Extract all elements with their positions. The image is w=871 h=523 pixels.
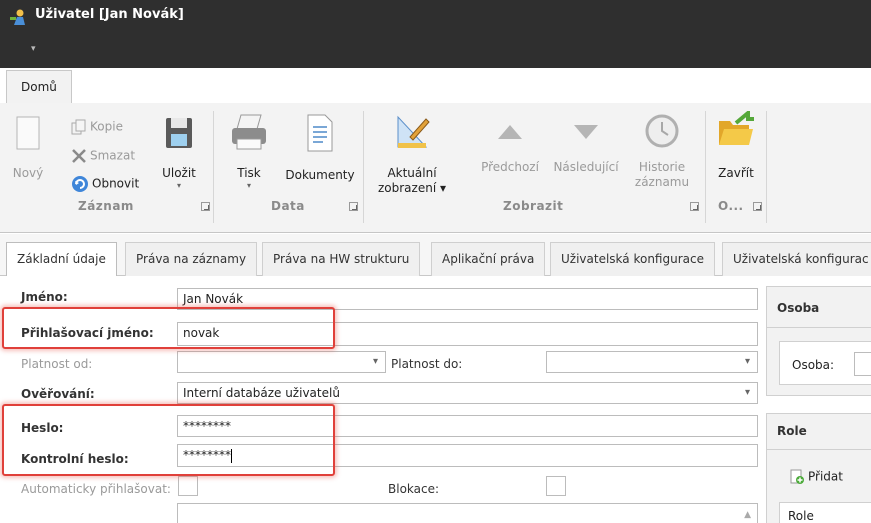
group-separator [363,111,364,223]
zobrazit-launcher[interactable] [690,202,699,211]
valid-from-field[interactable] [177,351,386,373]
panel-divider [767,449,871,450]
folder-exit-icon [719,108,754,145]
refresh-icon [72,176,88,192]
valid-to-label: Platnost do: [391,357,463,371]
delete-x-icon [72,149,86,163]
close-button[interactable]: Zavřít [714,108,758,181]
user-app-icon [10,9,25,25]
new-document-icon [16,116,40,150]
confirm-password-field[interactable]: ******** [177,444,758,467]
tab-user-configuration[interactable]: Uživatelská konfigurace [550,242,715,276]
authentication-label: Ověřování: [21,387,95,401]
note-field[interactable]: ▲ [177,503,758,523]
autologin-checkbox[interactable] [178,476,198,496]
view-design-icon [397,115,430,148]
person-panel: Osoba Osoba: [766,286,871,396]
group-label-data: Data [271,199,305,213]
copy-icon [71,119,86,135]
person-header: Osoba [777,301,820,315]
group-label-zaznam: Záznam [78,199,134,213]
role-column-header: Role [779,502,871,523]
printer-icon [232,114,266,150]
group-separator [766,111,767,223]
ribbon: Nový Kopie Smazat Obnovit Uložit ▾ Zázna… [0,103,871,233]
delete-button[interactable]: Smazat [71,148,135,164]
next-button[interactable]: Následující [548,119,624,175]
group-separator [213,111,214,223]
role-panel: Role Přidat Role [766,413,871,523]
login-label: Přihlašovací jméno: [21,326,154,340]
tab-application-rights[interactable]: Aplikační práva [431,242,546,276]
history-clock-icon [645,114,679,148]
block-checkbox[interactable] [546,476,566,496]
zaznam-launcher[interactable] [201,202,210,211]
new-button[interactable]: Nový [10,115,46,181]
current-view-button[interactable]: Aktuální zobrazení ▾ [372,113,452,196]
other-launcher[interactable] [753,202,762,211]
print-dropdown-caret[interactable]: ▾ [228,181,270,191]
print-button[interactable]: Tisk ▾ [228,113,270,191]
copy-button[interactable]: Kopie [71,119,123,135]
autologin-label: Automaticky přihlašovat: [21,482,171,496]
panel-divider [767,327,871,328]
tab-hw-structure-rights[interactable]: Práva na HW strukturu [262,242,421,276]
ribbon-tab-domu[interactable]: Domů [6,70,72,104]
arrow-down-icon [574,125,598,139]
confirm-password-value: ******** [183,448,231,462]
person-box: Osoba: [779,341,871,385]
valid-from-label: Platnost od: [21,357,93,371]
group-separator [705,111,706,223]
valid-to-field[interactable] [546,351,758,373]
block-label: Blokace: [388,482,440,496]
record-history-button[interactable]: Historie záznamu [630,113,694,190]
document-icon [307,114,333,152]
confirm-password-label: Kontrolní heslo: [21,452,129,466]
login-field[interactable]: novak [177,322,758,346]
text-cursor [231,448,232,463]
password-label: Heslo: [21,421,64,435]
person-label: Osoba: [792,358,835,372]
add-role-button[interactable]: Přidat [789,469,843,485]
window-title: Uživatel [Jan Novák] [35,7,184,22]
person-field[interactable] [854,352,871,376]
tab-basic-info[interactable]: Základní údaje [6,242,117,277]
ribbon-tab-podpora[interactable]: Podpora [193,70,242,103]
save-button[interactable]: Uložit ▾ [160,115,198,191]
quick-access-dropdown[interactable]: ▾ [31,44,36,54]
previous-button[interactable]: Předchozí [476,119,544,175]
tab-record-rights[interactable]: Práva na záznamy [125,242,258,276]
data-launcher[interactable] [349,202,358,211]
add-document-icon [790,469,804,484]
authentication-select[interactable]: Interní databáze uživatelů [177,382,758,404]
documents-button[interactable]: Dokumenty [282,113,358,183]
user-form: Jméno: Jan Novák Přihlašovací jméno: nov… [0,276,871,523]
refresh-button[interactable]: Obnovit [71,175,139,193]
title-bar: Uživatel [Jan Novák] ▾ [0,0,871,68]
name-label: Jméno: [21,290,68,304]
scroll-up-icon[interactable]: ▲ [744,505,751,523]
role-header: Role [777,424,807,438]
group-label-zobrazit: Zobrazit [503,199,564,213]
tab-user-configuration-2[interactable]: Uživatelská konfigurac [722,242,871,276]
name-field[interactable]: Jan Novák [177,288,758,310]
floppy-disk-icon [166,118,192,148]
password-field[interactable]: ******** [177,415,758,437]
group-label-other: O... [718,199,744,213]
arrow-up-icon [498,125,522,139]
save-dropdown-caret[interactable]: ▾ [160,181,198,191]
ribbon-tab-upravy[interactable]: Úpravy [104,70,147,103]
page-tabs-bar: Základní údaje Práva na záznamy Práva na… [0,234,871,277]
